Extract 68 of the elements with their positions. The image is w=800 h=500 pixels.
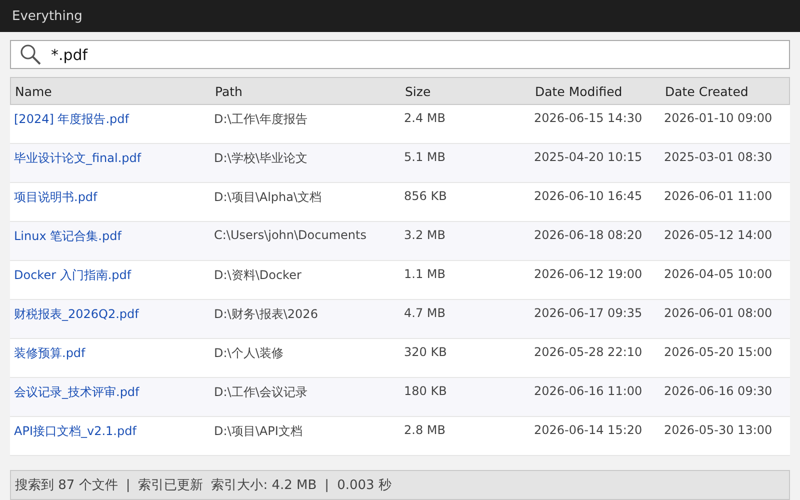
search-field[interactable]: *.pdf: [10, 40, 790, 69]
date-created: 2025-03-01 08:30: [663, 150, 774, 166]
file-name: Linux 笔记合集.pdf: [13, 228, 123, 245]
file-path: D:\工作\年度报告: [213, 111, 308, 128]
file-path: D:\财务\报表\2026: [213, 306, 319, 323]
file-name: 项目说明书.pdf: [13, 189, 98, 206]
status-text: 索引大小: 4.2 MB: [211, 477, 317, 494]
file-size: 3.2 MB: [403, 228, 446, 244]
column-header[interactable]: Name: [11, 84, 211, 98]
search-icon: [20, 44, 42, 66]
file-size: 856 KB: [403, 189, 448, 205]
file-size: 1.1 MB: [403, 267, 446, 283]
date-modified: 2026-06-12 19:00: [533, 267, 644, 283]
date-created: 2026-06-01 08:00: [663, 306, 774, 322]
date-modified: 2025-04-20 10:15: [533, 150, 644, 166]
file-size: 2.8 MB: [403, 423, 446, 439]
column-header[interactable]: Date Modified: [531, 84, 661, 98]
date-modified: 2026-06-17 09:35: [533, 306, 644, 322]
file-size: 5.1 MB: [403, 150, 446, 166]
file-row[interactable]: 财税报表_2026Q2.pdf D:\财务\报表\2026 4.7 MB 2026-06-17 09:35 2026-06-01 08:00: [10, 300, 790, 339]
window-title: Everything: [12, 8, 82, 24]
file-row[interactable]: 项目说明书.pdf D:\项目\Alpha\文档 856 KB 2026-06-10 16:45 2026-06-01 11:00: [10, 183, 790, 222]
date-modified: 2026-06-14 15:20: [533, 423, 644, 439]
status-text: 0.003 秒: [337, 477, 392, 494]
status-text: |: [324, 478, 330, 492]
file-row[interactable]: Linux 笔记合集.pdf C:\Users\john\Documents 3.2 MB 2026-06-18 08:20 2026-05-12 14:00: [10, 222, 790, 261]
status-text: 索引已更新: [138, 477, 204, 494]
file-path: C:\Users\john\Documents: [213, 228, 368, 244]
date-created: 2026-06-16 09:30: [663, 384, 774, 400]
file-name: Docker 入门指南.pdf: [13, 267, 132, 284]
file-size: 180 KB: [403, 384, 448, 400]
file-path: D:\资料\Docker: [213, 267, 302, 284]
file-row[interactable]: 毕业设计论文_final.pdf D:\学校\毕业论文 5.1 MB 2025-04-20 10:15 2025-03-01 08:30: [10, 144, 790, 183]
date-modified: 2026-06-15 14:30: [533, 111, 644, 127]
file-name: 财税报表_2026Q2.pdf: [13, 306, 140, 323]
file-size: 320 KB: [403, 345, 448, 361]
date-created: 2026-04-05 10:00: [663, 267, 774, 283]
file-size: 4.7 MB: [403, 306, 446, 322]
file-row[interactable]: 装修预算.pdf D:\个人\装修 320 KB 2026-05-28 22:10 2026-05-20 15:00: [10, 339, 790, 378]
file-name: 会议记录_技术评审.pdf: [13, 384, 140, 401]
file-path: D:\个人\装修: [213, 345, 284, 362]
column-header[interactable]: Date Created: [661, 84, 791, 98]
file-size: 2.4 MB: [403, 111, 446, 127]
date-modified: 2026-06-10 16:45: [533, 189, 644, 205]
date-created: 2026-05-20 15:00: [663, 345, 774, 361]
date-created: 2026-01-10 09:00: [663, 111, 774, 127]
file-path: D:\项目\API文档: [213, 423, 304, 440]
status-text: 搜索到 87 个文件: [15, 477, 118, 494]
date-created: 2026-05-30 13:00: [663, 423, 774, 439]
file-name: 毕业设计论文_final.pdf: [13, 150, 142, 167]
file-name: 装修预算.pdf: [13, 345, 86, 362]
file-row[interactable]: [2024] 年度报告.pdf D:\工作\年度报告 2.4 MB 2026-06-15 14:30 2026-01-10 09:00: [10, 105, 790, 144]
date-modified: 2026-06-18 08:20: [533, 228, 644, 244]
date-modified: 2026-05-28 22:10: [533, 345, 644, 361]
file-path: D:\学校\毕业论文: [213, 150, 308, 167]
file-path: D:\工作\会议记录: [213, 384, 308, 401]
column-header[interactable]: Size: [401, 84, 531, 98]
date-modified: 2026-06-16 11:00: [533, 384, 644, 400]
status-text: |: [126, 478, 130, 492]
file-row[interactable]: API接口文档_v2.1.pdf D:\项目\API文档 2.8 MB 2026-06-14 15:20 2026-05-30 13:00: [10, 417, 790, 456]
date-created: 2026-05-12 14:00: [663, 228, 774, 244]
file-name: API接口文档_v2.1.pdf: [13, 423, 138, 440]
date-created: 2026-06-01 11:00: [663, 189, 774, 205]
file-name: [2024] 年度报告.pdf: [13, 111, 130, 128]
column-header[interactable]: Path: [211, 84, 401, 98]
file-path: D:\项目\Alpha\文档: [213, 189, 323, 206]
file-row[interactable]: 会议记录_技术评审.pdf D:\工作\会议记录 180 KB 2026-06-16 11:00 2026-06-16 09:30: [10, 378, 790, 417]
file-row[interactable]: Docker 入门指南.pdf D:\资料\Docker 1.1 MB 2026-06-12 19:00 2026-04-05 10:00: [10, 261, 790, 300]
